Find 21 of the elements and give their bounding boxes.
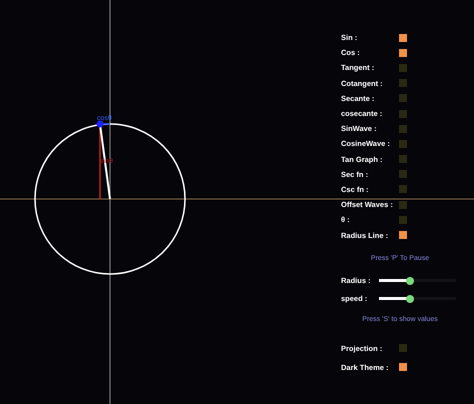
checkbox[interactable] bbox=[399, 110, 407, 118]
checkbox[interactable] bbox=[399, 170, 407, 178]
checkbox[interactable] bbox=[399, 200, 407, 209]
checkbox[interactable] bbox=[399, 48, 407, 57]
checkbox[interactable] bbox=[399, 140, 407, 148]
checkbox[interactable] bbox=[399, 124, 407, 133]
checkbox[interactable] bbox=[399, 34, 407, 42]
checkbox[interactable] bbox=[399, 79, 407, 88]
point-marker bbox=[96, 120, 104, 128]
checkbox[interactable] bbox=[399, 155, 407, 164]
slider-thumb[interactable] bbox=[406, 276, 414, 285]
checkbox[interactable] bbox=[399, 216, 407, 224]
checkbox[interactable] bbox=[399, 344, 407, 352]
slider-track[interactable] bbox=[379, 279, 456, 282]
checkbox[interactable] bbox=[399, 94, 407, 102]
slider-thumb[interactable] bbox=[406, 294, 414, 303]
checkbox[interactable] bbox=[399, 363, 407, 372]
checkbox[interactable] bbox=[399, 64, 407, 72]
checkbox[interactable] bbox=[399, 185, 407, 194]
slider-track[interactable] bbox=[379, 297, 456, 300]
checkbox[interactable] bbox=[399, 231, 407, 240]
